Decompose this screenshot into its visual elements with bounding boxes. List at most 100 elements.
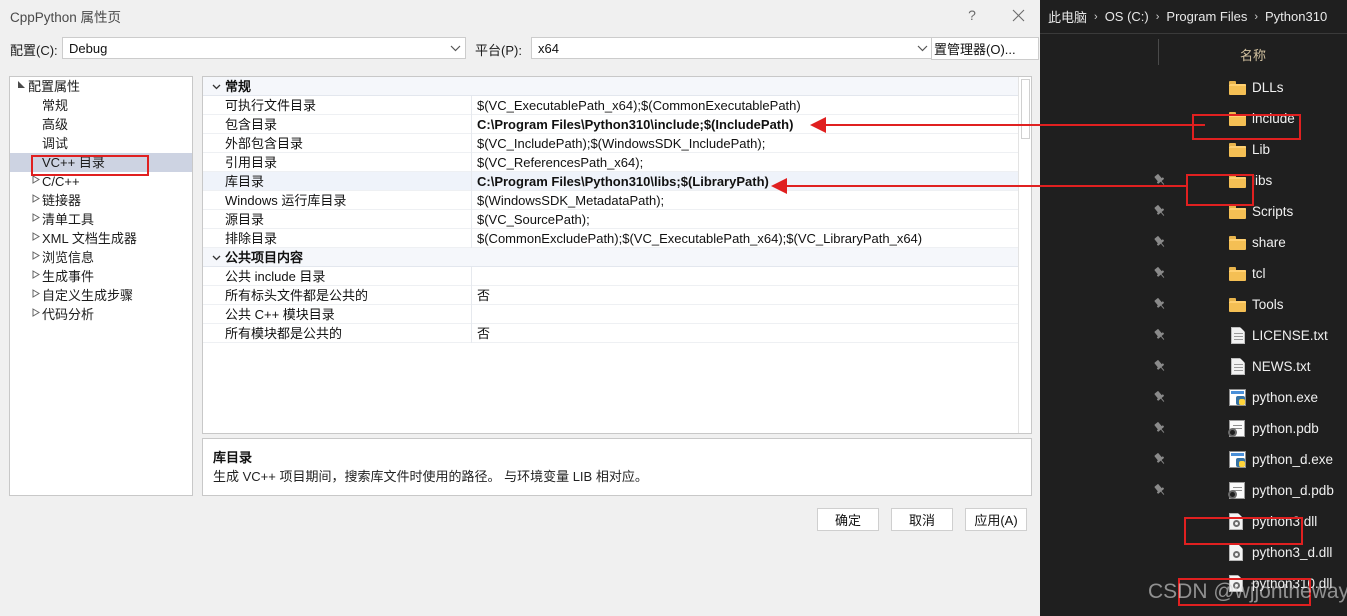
pin-icon[interactable] (1153, 204, 1167, 218)
tree-item[interactable]: 代码分析 (10, 305, 192, 324)
file-list-item[interactable]: LICENSE.txt (1040, 320, 1347, 351)
property-row[interactable]: 公共 C++ 模块目录 (203, 305, 1031, 324)
breadcrumb[interactable]: 此电脑›OS (C:)›Program Files›Python310 (1040, 0, 1347, 34)
tree-expander-collapsed-icon[interactable] (28, 210, 42, 229)
property-row[interactable]: 所有标头文件都是公共的否 (203, 286, 1031, 305)
property-value[interactable]: C:\Program Files\Python310\include;$(Inc… (477, 115, 1027, 134)
property-category-row[interactable]: 常规 (203, 77, 1031, 96)
property-row[interactable]: 引用目录$(VC_ReferencesPath_x64); (203, 153, 1031, 172)
file-list-item[interactable]: python310.dll (1040, 568, 1347, 599)
column-splitter[interactable] (471, 267, 472, 286)
property-row[interactable]: Windows 运行库目录$(WindowsSDK_MetadataPath); (203, 191, 1031, 210)
help-icon[interactable]: ? (950, 0, 994, 30)
property-value[interactable]: $(CommonExcludePath);$(VC_ExecutablePath… (477, 229, 1027, 248)
tree-expander-collapsed-icon[interactable] (28, 267, 42, 286)
column-splitter[interactable] (471, 134, 472, 153)
pin-icon[interactable] (1153, 297, 1167, 311)
pin-icon[interactable] (1153, 483, 1167, 497)
column-splitter[interactable] (471, 96, 472, 115)
file-list-item[interactable]: NEWS.txt (1040, 351, 1347, 382)
file-list-item[interactable]: include (1040, 103, 1347, 134)
file-list-item[interactable]: python3.dll (1040, 506, 1347, 537)
file-list-item[interactable]: python3_d.dll (1040, 537, 1347, 568)
breadcrumb-item[interactable]: Python310 (1263, 9, 1329, 24)
chevron-down-icon[interactable] (209, 248, 223, 267)
column-splitter[interactable] (471, 153, 472, 172)
ok-button[interactable]: 确定 (817, 508, 879, 531)
column-splitter[interactable] (471, 324, 472, 343)
property-row[interactable]: 库目录C:\Program Files\Python310\libs;$(Lib… (203, 172, 1031, 191)
property-value[interactable]: $(VC_SourcePath); (477, 210, 1027, 229)
pin-icon[interactable] (1153, 173, 1167, 187)
file-list-item[interactable]: Tools (1040, 289, 1347, 320)
file-list-item[interactable]: share (1040, 227, 1347, 258)
pin-icon[interactable] (1153, 390, 1167, 404)
property-row[interactable]: 源目录$(VC_SourcePath); (203, 210, 1031, 229)
property-value[interactable]: 否 (477, 324, 1027, 343)
tree-item[interactable]: VC++ 目录 (10, 153, 192, 172)
property-value[interactable]: $(VC_IncludePath);$(WindowsSDK_IncludePa… (477, 134, 1027, 153)
property-value[interactable]: $(WindowsSDK_MetadataPath); (477, 191, 1027, 210)
pin-icon[interactable] (1153, 452, 1167, 466)
pin-icon[interactable] (1153, 328, 1167, 342)
property-row[interactable]: 包含目录C:\Program Files\Python310\include;$… (203, 115, 1031, 134)
column-splitter[interactable] (471, 210, 472, 229)
property-grid[interactable]: 常规可执行文件目录$(VC_ExecutablePath_x64);$(Comm… (202, 76, 1032, 434)
tree-item[interactable]: 常规 (10, 96, 192, 115)
tree-item[interactable]: 清单工具 (10, 210, 192, 229)
tree-item[interactable]: 高级 (10, 115, 192, 134)
file-list-item[interactable]: python_d.exe (1040, 444, 1347, 475)
pin-icon[interactable] (1153, 359, 1167, 373)
chevron-down-icon[interactable] (209, 77, 223, 96)
property-grid-scrollbar[interactable] (1018, 77, 1031, 433)
cancel-button[interactable]: 取消 (891, 508, 953, 531)
column-splitter[interactable] (471, 115, 472, 134)
column-splitter[interactable] (471, 191, 472, 210)
configuration-manager-button[interactable]: 置管理器(O)... (931, 37, 1039, 60)
scrollbar-thumb[interactable] (1021, 79, 1030, 139)
file-list-item[interactable]: python_d.pdb (1040, 475, 1347, 506)
property-row[interactable]: 排除目录$(CommonExcludePath);$(VC_Executable… (203, 229, 1031, 248)
property-category-row[interactable]: 公共项目内容 (203, 248, 1031, 267)
platform-select[interactable]: x64 (531, 37, 933, 59)
pin-icon[interactable] (1153, 266, 1167, 280)
file-list-item[interactable]: libs (1040, 165, 1347, 196)
column-splitter[interactable] (471, 172, 472, 191)
tree-item[interactable]: 自定义生成步骤 (10, 286, 192, 305)
file-list-item[interactable]: Scripts (1040, 196, 1347, 227)
tree-expander-collapsed-icon[interactable] (28, 248, 42, 267)
column-splitter[interactable] (471, 286, 472, 305)
property-row[interactable]: 公共 include 目录 (203, 267, 1031, 286)
apply-button[interactable]: 应用(A) (965, 508, 1027, 531)
file-list[interactable]: DLLsincludeLiblibsScriptssharetclToolsLI… (1040, 72, 1347, 616)
close-icon[interactable] (996, 0, 1040, 30)
configuration-tree[interactable]: 配置属性常规高级调试VC++ 目录C/C++链接器清单工具XML 文档生成器浏览… (9, 76, 193, 496)
tree-item[interactable]: 链接器 (10, 191, 192, 210)
file-list-item[interactable]: DLLs (1040, 72, 1347, 103)
tree-item[interactable]: 配置属性 (10, 77, 192, 96)
pin-icon[interactable] (1153, 421, 1167, 435)
column-splitter[interactable] (471, 229, 472, 248)
breadcrumb-item[interactable]: 此电脑 (1040, 7, 1089, 26)
property-value[interactable]: $(VC_ReferencesPath_x64); (477, 153, 1027, 172)
column-header-name[interactable]: 名称 (1240, 45, 1266, 64)
tree-item[interactable]: XML 文档生成器 (10, 229, 192, 248)
tree-expander-collapsed-icon[interactable] (28, 229, 42, 248)
breadcrumb-item[interactable]: OS (C:) (1103, 9, 1151, 24)
property-row[interactable]: 所有模块都是公共的否 (203, 324, 1031, 343)
property-row[interactable]: 可执行文件目录$(VC_ExecutablePath_x64);$(Common… (203, 96, 1031, 115)
tree-expander-collapsed-icon[interactable] (28, 305, 42, 324)
file-list-item[interactable]: python.exe (1040, 382, 1347, 413)
file-list-item[interactable]: python.pdb (1040, 413, 1347, 444)
tree-item[interactable]: C/C++ (10, 172, 192, 191)
tree-expander-collapsed-icon[interactable] (28, 172, 42, 191)
tree-item[interactable]: 浏览信息 (10, 248, 192, 267)
property-value[interactable]: $(VC_ExecutablePath_x64);$(CommonExecuta… (477, 96, 1027, 115)
breadcrumb-item[interactable]: Program Files (1164, 9, 1249, 24)
column-splitter[interactable] (471, 305, 472, 324)
file-list-item[interactable]: Lib (1040, 134, 1347, 165)
tree-item[interactable]: 调试 (10, 134, 192, 153)
tree-expander-collapsed-icon[interactable] (28, 191, 42, 210)
tree-expander-collapsed-icon[interactable] (28, 286, 42, 305)
tree-item[interactable]: 生成事件 (10, 267, 192, 286)
